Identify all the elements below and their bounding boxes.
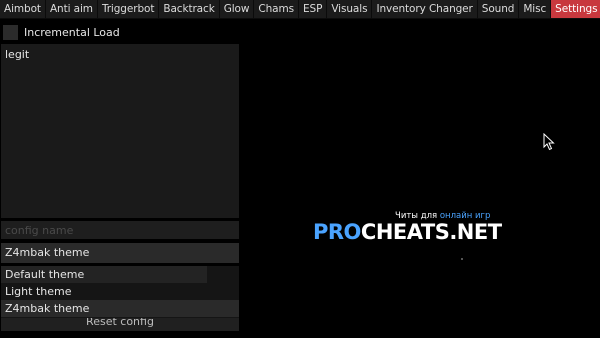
incremental-load-label: Incremental Load — [24, 25, 120, 39]
tab-esp[interactable]: ESP — [298, 0, 327, 18]
tab-aimbot[interactable]: Aimbot — [0, 0, 45, 18]
theme-option-default[interactable]: Default theme — [1, 266, 207, 283]
tab-chams[interactable]: Chams — [254, 0, 298, 18]
tab-bar: Aimbot Anti aim Triggerbot Backtrack Glo… — [0, 0, 600, 19]
mouse-cursor-icon — [543, 133, 555, 151]
procheats-watermark: Читы для онлайн игр PROCHEATS.NET — [313, 211, 513, 247]
watermark-logo-rest: CHEATS.NET — [360, 220, 502, 244]
decorative-dot — [461, 258, 463, 260]
tab-misc[interactable]: Misc — [519, 0, 551, 18]
config-item-legit[interactable]: legit — [5, 47, 235, 63]
tab-visuals[interactable]: Visuals — [327, 0, 372, 18]
watermark-logo: PROCHEATS.NET — [313, 220, 502, 244]
reset-config-button[interactable]: Reset config — [1, 318, 239, 331]
tab-triggerbot[interactable]: Triggerbot — [97, 0, 159, 18]
tab-sound[interactable]: Sound — [477, 0, 519, 18]
theme-dropdown: Default theme Light theme Z4mbak theme — [1, 266, 239, 318]
incremental-load-row[interactable]: Incremental Load — [0, 22, 120, 42]
config-name-input[interactable] — [1, 221, 239, 239]
tab-inventory-changer[interactable]: Inventory Changer — [372, 0, 477, 18]
tab-glow[interactable]: Glow — [219, 0, 254, 18]
theme-option-light[interactable]: Light theme — [1, 283, 239, 300]
tab-settings[interactable]: Settings — [551, 0, 600, 18]
theme-option-z4mbak[interactable]: Z4mbak theme — [1, 300, 239, 317]
config-list[interactable]: legit — [1, 44, 239, 218]
tab-anti-aim[interactable]: Anti aim — [45, 0, 97, 18]
watermark-logo-pro: PRO — [313, 220, 361, 244]
tab-backtrack[interactable]: Backtrack — [159, 0, 219, 18]
incremental-load-checkbox[interactable] — [3, 24, 18, 40]
theme-select[interactable]: Z4mbak theme — [1, 243, 239, 263]
